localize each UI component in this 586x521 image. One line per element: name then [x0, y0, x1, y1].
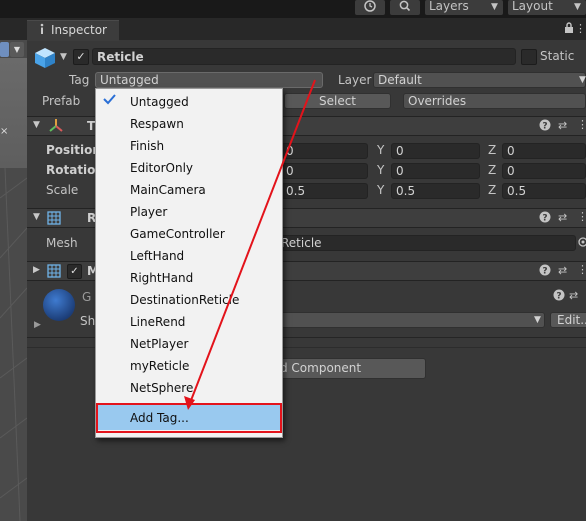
annotation-arrow	[184, 79, 316, 410]
